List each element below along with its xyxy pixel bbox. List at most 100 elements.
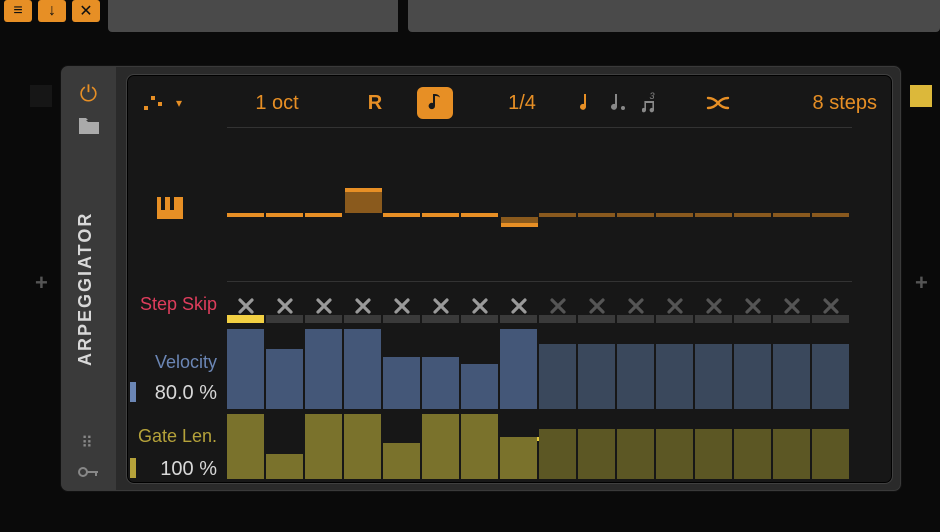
pitch-step[interactable]	[461, 213, 498, 217]
velocity-step[interactable]	[734, 344, 771, 409]
modulation-icon[interactable]	[61, 462, 116, 483]
velocity-step[interactable]	[305, 329, 342, 409]
velocity-step[interactable]	[422, 357, 459, 409]
step-skip-label[interactable]: Step Skip	[127, 294, 217, 315]
pitch-step[interactable]	[500, 217, 539, 227]
velocity-step[interactable]	[656, 344, 693, 409]
rate-mode-note-icon[interactable]	[417, 87, 453, 119]
step-playhead-cell[interactable]	[227, 315, 264, 323]
top-button-2[interactable]: ↓	[38, 0, 66, 22]
step-playhead-cell[interactable]	[695, 315, 732, 323]
add-device-left[interactable]: +	[35, 270, 48, 296]
pitch-step[interactable]	[578, 213, 615, 217]
step-playhead-cell[interactable]	[812, 315, 849, 323]
pitch-step[interactable]	[695, 213, 732, 217]
pitch-step[interactable]	[266, 213, 303, 217]
add-device-right[interactable]: +	[915, 270, 928, 296]
pitch-step[interactable]	[227, 213, 264, 217]
pitch-step[interactable]	[812, 213, 849, 217]
gate-step[interactable]	[383, 443, 420, 479]
step-playhead-cell[interactable]	[734, 315, 771, 323]
top-button-1[interactable]: ≡	[4, 0, 32, 22]
velocity-indicator	[130, 382, 136, 402]
pitch-step[interactable]	[773, 213, 810, 217]
step-playhead-cell[interactable]	[305, 315, 342, 323]
pitch-step[interactable]	[539, 213, 576, 217]
velocity-step[interactable]	[344, 329, 381, 409]
step-playhead-cell[interactable]	[500, 315, 537, 323]
pattern-mode-icon[interactable]	[139, 87, 167, 119]
pattern-mode-dropdown[interactable]: ▾	[169, 87, 189, 119]
note-length-straight-icon[interactable]	[573, 87, 595, 119]
octave-range[interactable]: 1 oct	[237, 87, 317, 119]
velocity-row	[227, 329, 851, 409]
velocity-step[interactable]	[227, 329, 264, 409]
right-chip[interactable]	[910, 85, 932, 107]
velocity-step[interactable]	[383, 357, 420, 409]
gate-label[interactable]: Gate Len.	[127, 426, 217, 447]
rate-division[interactable]: 1/4	[497, 87, 547, 119]
gate-step[interactable]	[266, 454, 303, 479]
divider	[227, 127, 852, 128]
step-playhead-cell[interactable]	[539, 315, 576, 323]
gate-step[interactable]	[539, 429, 576, 479]
gate-step[interactable]	[734, 429, 771, 479]
pitch-step[interactable]	[383, 213, 420, 217]
velocity-step[interactable]	[695, 344, 732, 409]
step-playhead-cell[interactable]	[617, 315, 654, 323]
pitch-lane[interactable]	[227, 145, 851, 285]
step-track-row	[227, 315, 851, 325]
note-length-triplet-icon[interactable]: 3	[641, 87, 663, 119]
velocity-step[interactable]	[500, 329, 537, 409]
shuffle-icon[interactable]	[705, 87, 731, 119]
gate-step[interactable]	[344, 414, 381, 479]
step-playhead-cell[interactable]	[266, 315, 303, 323]
top-button-3[interactable]: ✕	[72, 0, 100, 22]
velocity-step[interactable]	[773, 344, 810, 409]
preset-folder-icon[interactable]	[61, 118, 116, 139]
retrigger-toggle[interactable]: R	[365, 87, 385, 119]
velocity-value[interactable]: 80.0 %	[147, 382, 217, 405]
step-playhead-cell[interactable]	[422, 315, 459, 323]
gate-step[interactable]	[305, 414, 342, 479]
velocity-step[interactable]	[539, 344, 576, 409]
pitch-lane-icon[interactable]	[157, 197, 183, 225]
gate-step[interactable]	[500, 437, 537, 479]
device-panel: ⏻ ARPEGGIATOR ⠿ ▾ 1 oct R 1/4	[60, 65, 902, 492]
step-playhead-cell[interactable]	[344, 315, 381, 323]
pitch-step[interactable]	[734, 213, 771, 217]
velocity-step[interactable]	[578, 344, 615, 409]
gate-step[interactable]	[227, 414, 264, 479]
gate-value[interactable]: 100 %	[147, 458, 217, 481]
velocity-step[interactable]	[812, 344, 849, 409]
velocity-step[interactable]	[617, 344, 654, 409]
velocity-step[interactable]	[266, 349, 303, 409]
gate-step[interactable]	[773, 429, 810, 479]
pitch-step[interactable]	[617, 213, 654, 217]
pitch-step[interactable]	[344, 188, 383, 213]
remote-controls-icon[interactable]: ⠿	[61, 433, 116, 453]
gate-step[interactable]	[578, 429, 615, 479]
pitch-step[interactable]	[305, 213, 342, 217]
power-icon[interactable]: ⏻	[61, 81, 116, 107]
step-playhead-cell[interactable]	[656, 315, 693, 323]
pitch-step[interactable]	[656, 213, 693, 217]
gate-step[interactable]	[422, 414, 459, 479]
top-panel-right	[408, 0, 940, 32]
step-playhead-cell[interactable]	[578, 315, 615, 323]
gate-step[interactable]	[695, 429, 732, 479]
velocity-step[interactable]	[461, 364, 498, 409]
velocity-label[interactable]: Velocity	[127, 352, 217, 373]
gate-step[interactable]	[812, 429, 849, 479]
steps-count[interactable]: 8 steps	[767, 87, 877, 119]
step-playhead-cell[interactable]	[461, 315, 498, 323]
step-playhead-cell[interactable]	[773, 315, 810, 323]
step-playhead-cell[interactable]	[383, 315, 420, 323]
note-length-dotted-icon[interactable]	[607, 87, 629, 119]
gate-step[interactable]	[461, 414, 498, 479]
pitch-step[interactable]	[422, 213, 459, 217]
device-name[interactable]: ARPEGGIATOR	[75, 212, 96, 366]
gate-step[interactable]	[617, 429, 654, 479]
left-chip[interactable]	[30, 85, 52, 107]
gate-step[interactable]	[656, 429, 693, 479]
